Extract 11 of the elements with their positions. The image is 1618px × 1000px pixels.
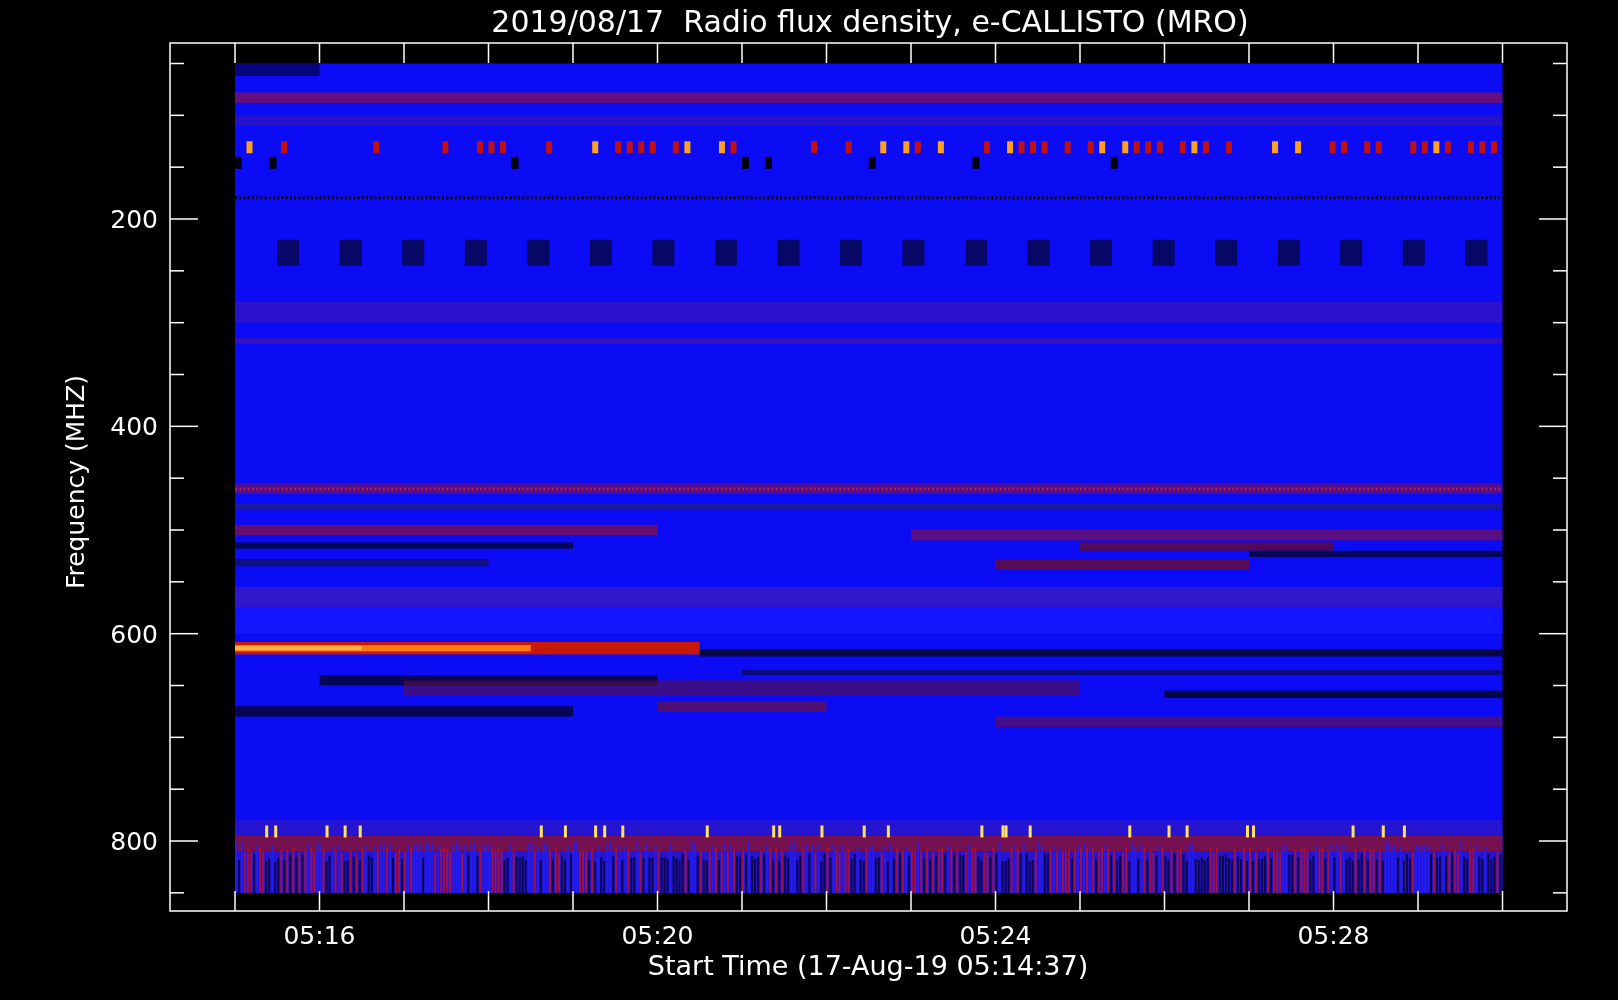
- y-tick-label: 200: [110, 205, 158, 234]
- y-tick-label: 400: [110, 412, 158, 442]
- x-tick-label: 05:24: [959, 921, 1032, 950]
- x-tick-label: 05:16: [283, 921, 356, 950]
- x-tick-label: 05:28: [1297, 921, 1370, 950]
- x-axis-label: Start Time (17-Aug-19 05:14:37): [647, 950, 1089, 981]
- x-tick-label: 05:20: [621, 921, 694, 950]
- y-tick-label: 600: [110, 619, 158, 649]
- chart-title: 2019/08/17 Radio flux density, e-CALLISTO (MRO): [491, 4, 1249, 39]
- y-axis-label: Frequency (MHZ): [61, 374, 90, 590]
- y-tick-label: 800: [110, 827, 158, 856]
